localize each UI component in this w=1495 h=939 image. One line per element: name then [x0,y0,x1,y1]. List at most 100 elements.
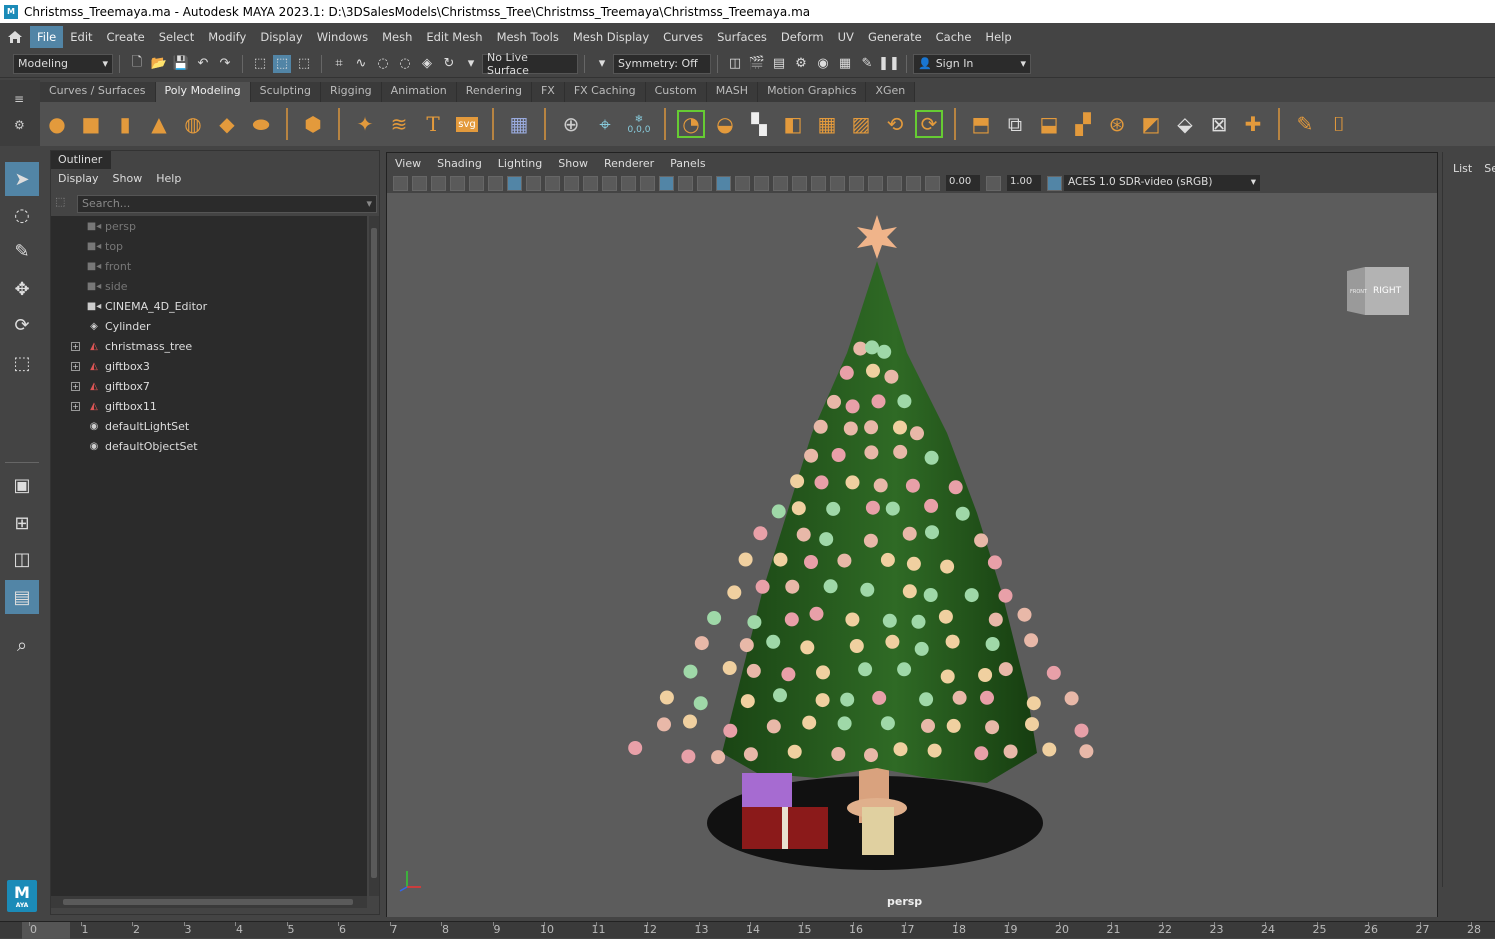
remesh-icon[interactable]: ⟳ [915,110,943,138]
select-tool-icon[interactable]: ➤ [5,162,39,196]
multi-cut-icon[interactable]: ✚ [1239,110,1267,138]
snap-rotate-icon[interactable]: ↻ [440,55,458,73]
outliner-item[interactable]: + ◭ giftbox7 [51,376,367,396]
menu-create[interactable]: Create [100,26,152,48]
camera-select-icon[interactable] [393,175,408,191]
shelf-tab-rigging[interactable]: Rigging [320,82,382,102]
camera-pivot-icon[interactable]: ⊕ [557,110,585,138]
grid-toggle-icon[interactable] [507,175,522,191]
outliner-item[interactable]: + ◭ giftbox11 [51,396,367,416]
field-chart-icon[interactable] [583,175,598,191]
outliner-title[interactable]: Outliner [51,151,111,169]
platonic-solid-icon[interactable]: ⬢ [299,110,327,138]
poly-cube-icon[interactable]: ■ [77,110,105,138]
sweep-mesh-icon[interactable]: ≋ [385,110,413,138]
view-transform-dropdown[interactable]: ACES 1.0 SDR-video (sRGB) ▾ [1064,175,1260,191]
viewport-menu-view[interactable]: View [387,157,429,170]
channel-box-tab[interactable]: Se [1484,162,1495,175]
menu-generate[interactable]: Generate [861,26,929,48]
undo-icon[interactable]: ↶ [194,55,212,73]
snap-point-icon[interactable]: ◌ [374,55,392,73]
view-cube[interactable]: FRONT RIGHT [1347,265,1409,317]
paint-select-tool-icon[interactable]: ✎ [5,234,39,268]
open-scene-icon[interactable]: 📂 [150,55,168,73]
2d-pan-zoom-icon[interactable] [488,175,503,191]
reduce-icon[interactable]: ▨ [847,110,875,138]
viewport-menu-shading[interactable]: Shading [429,157,490,170]
measure-icon[interactable]: ⌖ [591,110,619,138]
anti-aliasing-icon[interactable] [811,175,826,191]
menu-mesh-tools[interactable]: Mesh Tools [490,26,566,48]
shelf-tab-xgen[interactable]: XGen [866,82,916,102]
smooth-shade-icon[interactable] [659,175,674,191]
menu-cache[interactable]: Cache [929,26,979,48]
menu-curves[interactable]: Curves [656,26,710,48]
menu-edit-mesh[interactable]: Edit Mesh [419,26,489,48]
shelf-tab-sculpting[interactable]: Sculpting [250,82,321,102]
xray-icon[interactable] [868,175,883,191]
outliner-item[interactable]: + ◭ christmass_tree [51,336,367,356]
viewport-menu-lighting[interactable]: Lighting [490,157,550,170]
motion-blur-icon[interactable] [792,175,807,191]
bridge-icon[interactable]: ⧉ [1001,110,1029,138]
sign-in-button[interactable]: 👤 Sign In ▾ [913,53,1031,74]
menu-modify[interactable]: Modify [201,26,253,48]
super-shape-icon[interactable]: ✦ [351,110,379,138]
camera-attributes-icon[interactable] [412,175,427,191]
poke-icon[interactable]: ⬙ [1171,110,1199,138]
pause-icon[interactable]: ❚❚ [878,55,900,73]
shelf-tab-custom[interactable]: Custom [645,82,707,102]
symmetry-dropdown[interactable]: Symmetry: Off [613,53,711,74]
rotate-tool-icon[interactable]: ⟳ [5,308,39,342]
snap-view-plane-icon[interactable]: ◌ [396,55,414,73]
new-scene-icon[interactable]: 🗋 [128,55,146,73]
menu-windows[interactable]: Windows [310,26,375,48]
exposure-field[interactable]: 0.00 [946,175,980,191]
safe-title-icon[interactable] [621,175,636,191]
chevron-down-icon[interactable]: ▾ [593,55,611,73]
filter-icon[interactable]: ⬚ [55,195,73,213]
outliner-search-input[interactable]: Search... ▾ [77,195,377,213]
outliner-menu-show[interactable]: Show [106,171,150,186]
expand-icon[interactable]: + [71,381,80,391]
extrude-icon[interactable]: ⬒ [967,110,995,138]
outliner-item[interactable]: ■◂ front [51,256,367,276]
outliner-item[interactable]: ■◂ CINEMA_4D_Editor [51,296,367,316]
chevron-down-icon[interactable]: ▾ [462,55,480,73]
outliner-layout-icon[interactable]: ▤ [5,580,39,614]
grease-pencil-icon[interactable] [469,175,484,191]
lights-icon[interactable] [735,175,750,191]
textured-icon[interactable] [716,175,731,191]
smooth-icon[interactable]: ▦ [813,110,841,138]
poly-cone-icon[interactable]: ▲ [145,110,173,138]
expand-icon[interactable]: + [71,361,80,371]
menu-set-dropdown[interactable]: Modeling ▾ [13,53,113,74]
outliner-vertical-scrollbar[interactable] [369,216,379,896]
mash-grid-icon[interactable]: ▦ [505,110,533,138]
separate-icon[interactable]: ◒ [711,110,739,138]
fill-hole-icon[interactable]: ▞ [1069,110,1097,138]
menu-surfaces[interactable]: Surfaces [710,26,774,48]
safe-action-icon[interactable] [602,175,617,191]
poly-cylinder-icon[interactable]: ▮ [111,110,139,138]
color-management-icon[interactable] [1047,175,1062,191]
resolution-gate-icon[interactable] [545,175,560,191]
outliner-item[interactable]: ◉ defaultObjectSet [51,436,367,456]
viewport-menu-show[interactable]: Show [550,157,596,170]
render-frame-icon[interactable]: 🎬 [748,55,766,73]
depth-of-field-icon[interactable] [830,175,845,191]
ipr-render-icon[interactable]: ▤ [770,55,788,73]
image-plane-icon[interactable] [450,175,465,191]
gate-mask-icon[interactable] [564,175,579,191]
menu-deform[interactable]: Deform [774,26,831,48]
search-icon[interactable]: ⌕ [5,628,39,662]
type-icon[interactable]: T [419,110,447,138]
time-slider[interactable]: 0 1 2 3 4 5 6 7 8 9 10 11 12 13 14 15 16 17 18 19 20 21 22 23 24… [0,921,1495,939]
poly-torus-icon[interactable]: ◍ [179,110,207,138]
scrollbar-thumb[interactable] [63,899,353,905]
extract-icon[interactable]: ▚ [745,110,773,138]
ambient-occlusion-icon[interactable] [773,175,788,191]
menu-display[interactable]: Display [253,26,309,48]
outliner-item[interactable]: ■◂ top [51,236,367,256]
menu-help[interactable]: Help [978,26,1018,48]
